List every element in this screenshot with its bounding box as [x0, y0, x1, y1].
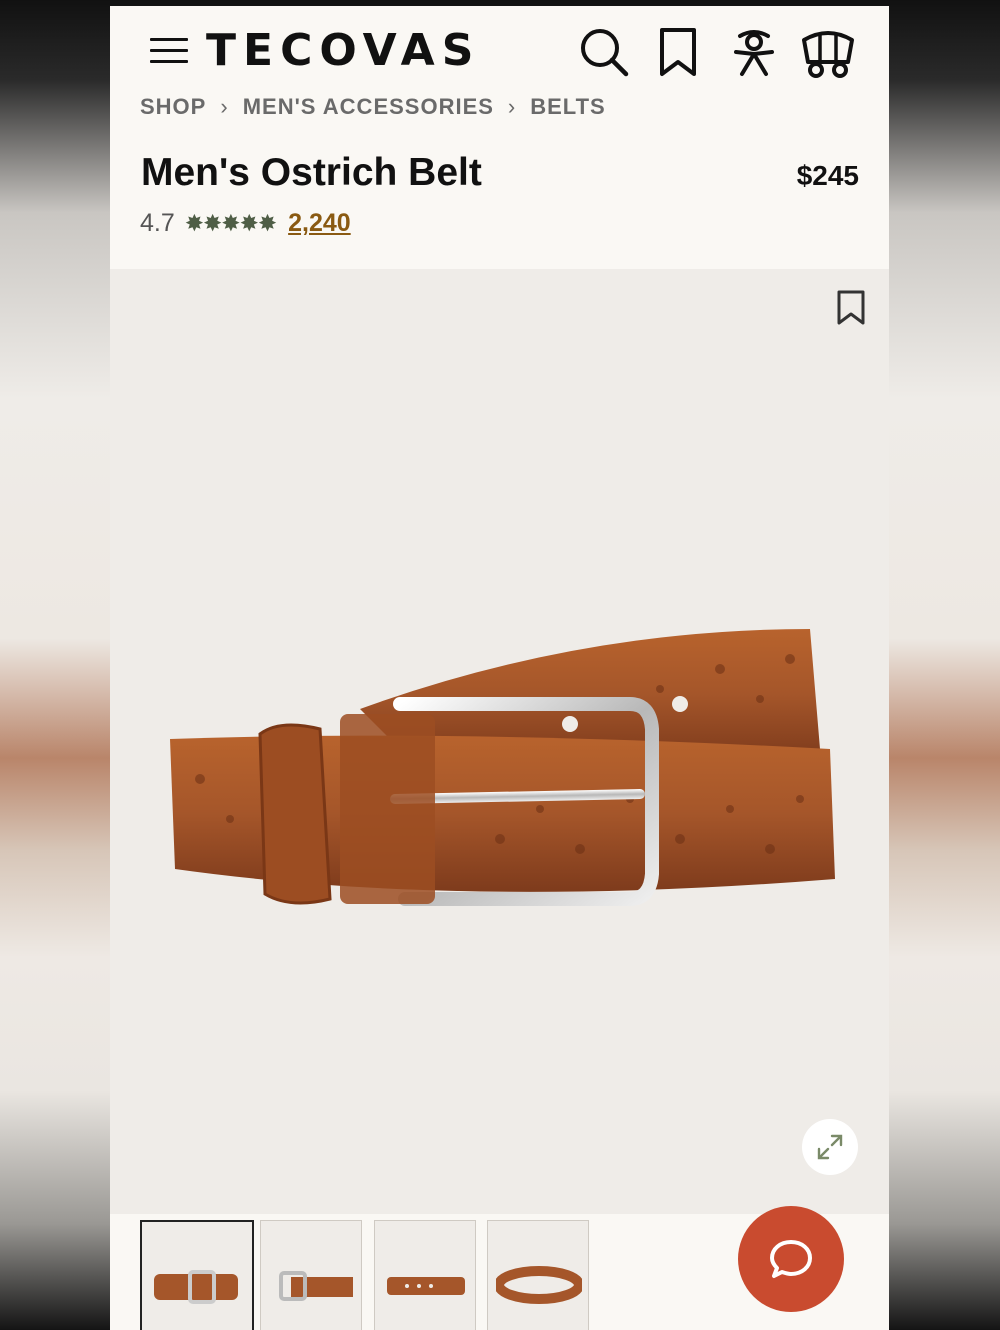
- product-info: SHOP › MEN'S ACCESSORIES › BELTS Men's Ostri…: [110, 96, 889, 269]
- breadcrumb-separator: ›: [220, 94, 229, 119]
- thumbnail-1[interactable]: [140, 1220, 254, 1330]
- brand-logo[interactable]: TECOVAS: [206, 26, 480, 76]
- account-icon[interactable]: [726, 24, 782, 80]
- top-nav: TECOVAS: [110, 6, 889, 97]
- menu-icon[interactable]: [150, 38, 188, 66]
- breadcrumb-belts[interactable]: BELTS: [530, 96, 605, 118]
- review-count-link[interactable]: 2,240: [288, 209, 351, 238]
- breadcrumb-shop[interactable]: SHOP: [140, 96, 206, 118]
- star-rating-icon: ✸✸✸✸✸: [184, 210, 277, 236]
- breadcrumb-mens-accessories[interactable]: MEN'S ACCESSORIES: [243, 96, 494, 118]
- save-bookmark-icon[interactable]: [834, 289, 868, 327]
- thumbnail-3[interactable]: [374, 1220, 476, 1330]
- bookmark-icon[interactable]: [650, 24, 706, 80]
- breadcrumb-separator: ›: [507, 94, 517, 119]
- product-price: $245: [796, 160, 859, 191]
- thumbnail-4[interactable]: [487, 1220, 589, 1330]
- product-title: Men's Ostrich Belt: [141, 151, 482, 194]
- chat-bubble-icon: [770, 1240, 812, 1278]
- rating-value: 4.7: [140, 209, 175, 237]
- expand-image-button[interactable]: [802, 1119, 858, 1175]
- product-rating: 4.7 ✸✸✸✸✸ 2,240: [140, 209, 351, 238]
- breadcrumb: SHOP › MEN'S ACCESSORIES › BELTS: [140, 96, 606, 118]
- cart-wagon-icon[interactable]: [800, 24, 856, 80]
- product-image-belt: [170, 629, 835, 906]
- expand-icon: [817, 1134, 843, 1160]
- search-icon[interactable]: [576, 24, 632, 80]
- thumbnail-2[interactable]: [260, 1220, 362, 1330]
- chat-button[interactable]: [738, 1206, 844, 1312]
- phone-screen: TECOVAS SHOP › MEN'S ACCESSORIES › BELTS…: [110, 6, 889, 1330]
- product-image-gallery[interactable]: [110, 269, 889, 1214]
